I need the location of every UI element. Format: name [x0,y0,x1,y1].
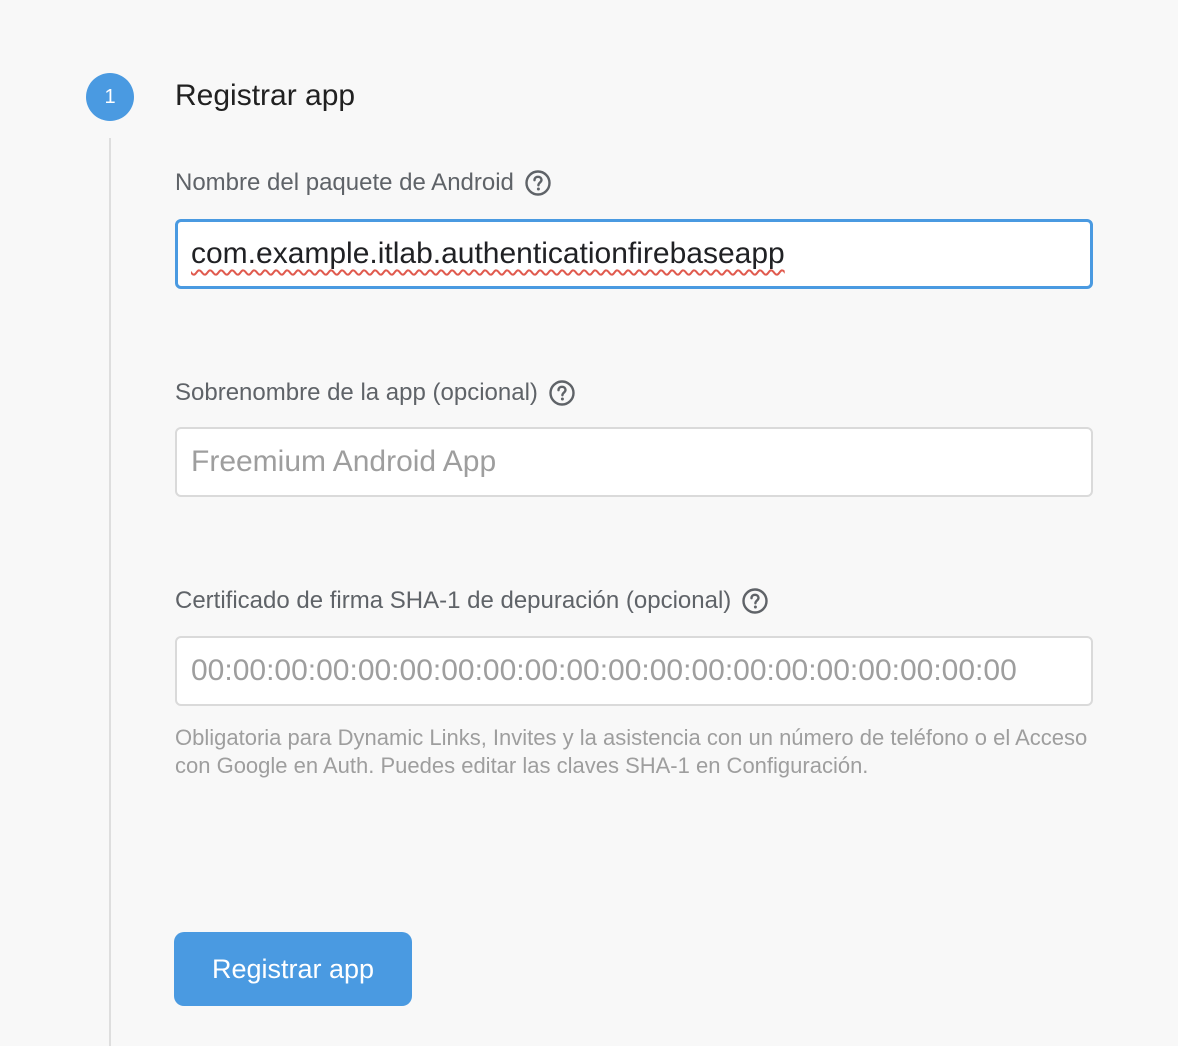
sha1-certificate-label: Certificado de firma SHA-1 de depuración… [175,585,769,617]
register-app-step: 1 Registrar app Nombre del paquete de An… [0,0,1178,1046]
package-name-label-text: Nombre del paquete de Android [175,169,514,196]
step-number-badge: 1 [86,73,134,121]
help-icon[interactable] [741,587,769,615]
help-icon[interactable] [548,379,576,407]
app-nickname-input[interactable] [175,427,1093,497]
register-app-button[interactable]: Registrar app [174,932,412,1006]
app-nickname-label: Sobrenombre de la app (opcional) [175,377,576,409]
sha1-certificate-label-text: Certificado de firma SHA-1 de depuración… [175,587,732,614]
help-icon[interactable] [524,169,552,197]
package-name-input[interactable]: com.example.itlab.authenticationfirebase… [175,219,1093,289]
app-nickname-label-text: Sobrenombre de la app (opcional) [175,379,538,406]
package-name-label: Nombre del paquete de Android [175,167,552,199]
package-name-value: com.example.itlab.authenticationfirebase… [191,237,785,270]
sha1-hint-text: Obligatoria para Dynamic Links, Invites … [175,725,1088,778]
sha1-certificate-input[interactable] [175,636,1093,706]
step-connector-line [109,138,111,1046]
step-title: Registrar app [175,79,356,112]
